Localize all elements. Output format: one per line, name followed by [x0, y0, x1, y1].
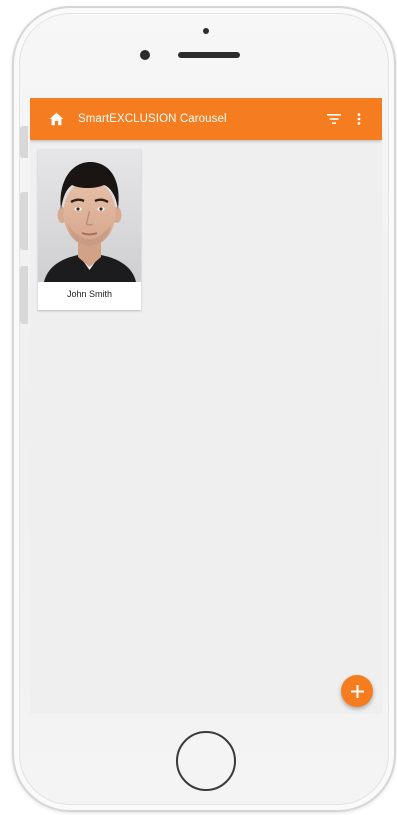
- front-camera: [140, 50, 150, 60]
- volume-up-button: [20, 192, 28, 250]
- app-screen: SmartEXCLUSION Carousel John Smith: [30, 98, 382, 714]
- person-card[interactable]: John Smith: [38, 149, 141, 310]
- filter-button[interactable]: [323, 108, 345, 130]
- add-icon: [350, 684, 364, 698]
- app-bar: SmartEXCLUSION Carousel: [30, 98, 382, 140]
- person-photo: [38, 149, 141, 282]
- proximity-sensor: [203, 28, 209, 34]
- person-name: John Smith: [66, 289, 113, 299]
- more-options-button[interactable]: [350, 108, 368, 130]
- earpiece-speaker: [178, 52, 240, 58]
- person-portrait-photo: [38, 149, 141, 282]
- hardware-home-button[interactable]: [176, 731, 236, 791]
- more-vert-icon: [357, 113, 361, 125]
- home-icon: [49, 112, 63, 126]
- home-button[interactable]: [43, 106, 69, 132]
- add-button[interactable]: [341, 675, 373, 707]
- mute-switch: [20, 126, 28, 158]
- volume-down-button: [20, 266, 28, 324]
- filter-icon: [327, 114, 341, 124]
- app-title: SmartEXCLUSION Carousel: [78, 113, 227, 125]
